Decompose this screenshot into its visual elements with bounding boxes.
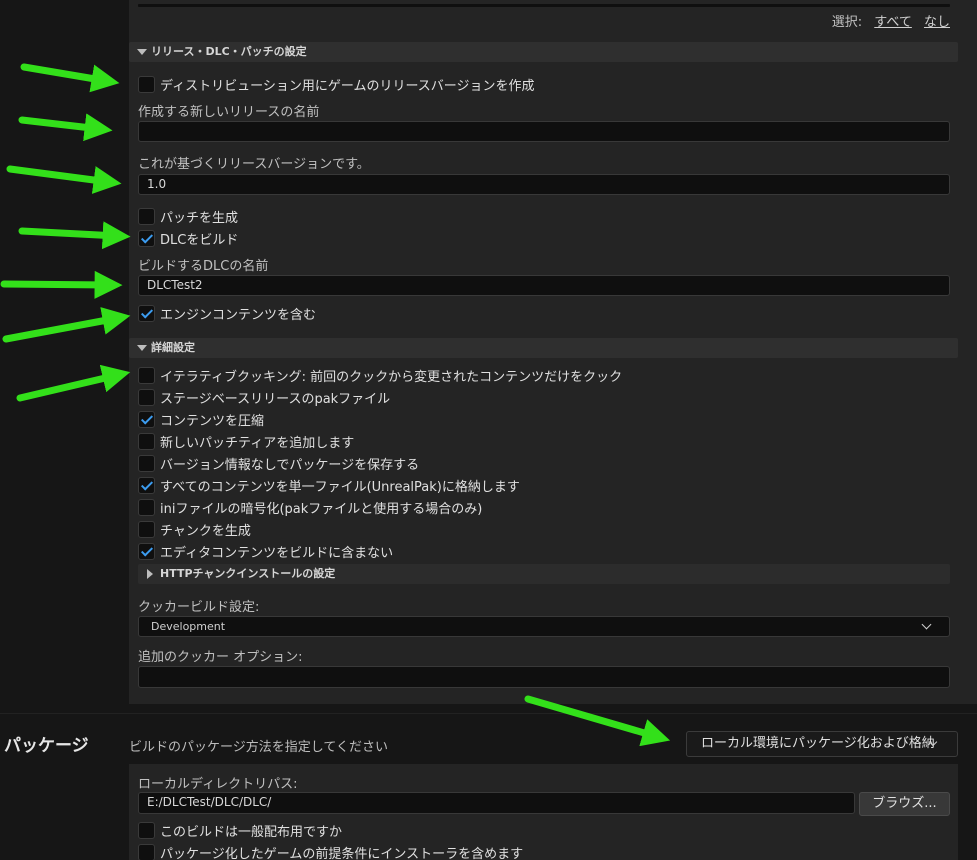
package-method-dropdown[interactable]: ローカル環境にパッケージ化および格納 xyxy=(686,731,958,757)
arrow-icon xyxy=(18,221,131,250)
compress-content-row[interactable]: コンテンツを圧縮 xyxy=(138,410,265,429)
add-patch-tier-checkbox[interactable] xyxy=(138,432,155,450)
top-divider xyxy=(138,4,950,7)
arrow-icon xyxy=(16,364,131,402)
dlc-name-label: ビルドするDLCの名前 xyxy=(138,259,269,274)
cooker-build-label: クッカービルド設定: xyxy=(138,600,260,615)
arrow-icon xyxy=(0,270,123,299)
distribution-label: このビルドは一般配布用ですか xyxy=(160,824,343,840)
select-row: 選択: すべて なし xyxy=(832,11,950,30)
build-dlc-label: DLCをビルド xyxy=(160,232,239,248)
cooker-build-value: Development xyxy=(151,620,226,633)
collapse-arrow-icon xyxy=(137,345,147,351)
stage-base-release-pak-row[interactable]: ステージベースリリースのpakファイル xyxy=(138,388,391,407)
use-unrealpak-row[interactable]: すべてのコンテンツを単一ファイル(UnrealPak)に格納します xyxy=(138,476,520,495)
compress-content-label: コンテンツを圧縮 xyxy=(160,413,265,429)
create-release-checkbox[interactable] xyxy=(138,75,155,93)
stage-base-release-pak-checkbox[interactable] xyxy=(138,388,155,406)
exclude-editor-content-checkbox[interactable] xyxy=(138,542,155,560)
encrypt-ini-label: iniファイルの暗号化(pakファイルと使用する場合のみ) xyxy=(160,501,483,517)
generate-chunks-label: チャンクを生成 xyxy=(160,523,251,539)
arrow-icon xyxy=(18,113,113,142)
include-engine-row[interactable]: エンジンコンテンツを含む xyxy=(138,304,317,323)
encrypt-ini-row[interactable]: iniファイルの暗号化(pakファイルと使用する場合のみ) xyxy=(138,498,483,517)
stage-base-release-pak-label: ステージベースリリースのpakファイル xyxy=(160,391,391,407)
section-title: リリース・DLC・パッチの設定 xyxy=(151,45,307,58)
http-chunk-install-header[interactable]: HTTPチャンクインストールの設定 xyxy=(138,564,950,584)
local-dir-label: ローカルディレクトリパス: xyxy=(138,777,298,792)
add-patch-tier-label: 新しいパッチティアを追加します xyxy=(160,435,355,451)
package-title: パッケージ xyxy=(4,736,89,756)
arrow-icon xyxy=(2,307,131,343)
release-dlc-patch-header[interactable]: リリース・DLC・パッチの設定 xyxy=(129,42,958,62)
distribution-row[interactable]: このビルドは一般配布用ですか xyxy=(138,821,343,840)
arrow-icon xyxy=(20,63,120,93)
use-unrealpak-label: すべてのコンテンツを単一ファイル(UnrealPak)に格納します xyxy=(160,479,520,495)
iterative-cooking-row[interactable]: イテラティブクッキング: 前回のクックから変更されたコンテンツだけをクック xyxy=(138,366,623,385)
add-patch-tier-row[interactable]: 新しいパッチティアを追加します xyxy=(138,432,355,451)
prereq-label: パッケージ化したゲームの前提条件にインストーラを含めます xyxy=(160,846,524,860)
extra-cooker-field[interactable] xyxy=(138,666,950,688)
select-none-link[interactable]: なし xyxy=(924,15,950,30)
prereq-checkbox[interactable] xyxy=(138,843,155,860)
generate-patch-checkbox[interactable] xyxy=(138,207,155,225)
generate-patch-label: パッチを生成 xyxy=(160,210,239,226)
encrypt-ini-checkbox[interactable] xyxy=(138,498,155,516)
save-without-version-row[interactable]: バージョン情報なしでパッケージを保存する xyxy=(138,454,420,473)
build-dlc-checkbox[interactable] xyxy=(138,229,155,247)
include-engine-checkbox[interactable] xyxy=(138,304,155,322)
subsection-title: HTTPチャンクインストールの設定 xyxy=(160,567,336,580)
dlc-name-field[interactable]: DLCTest2 xyxy=(138,275,950,296)
save-without-version-checkbox[interactable] xyxy=(138,454,155,472)
section-divider xyxy=(0,713,977,714)
save-without-version-label: バージョン情報なしでパッケージを保存する xyxy=(160,457,420,473)
package-method-value: ローカル環境にパッケージ化および格納 xyxy=(701,736,935,751)
advanced-settings-header[interactable]: 詳細設定 xyxy=(129,338,958,358)
prereq-row[interactable]: パッケージ化したゲームの前提条件にインストーラを含めます xyxy=(138,843,523,860)
select-all-link[interactable]: すべて xyxy=(874,15,912,30)
collapse-arrow-icon xyxy=(137,49,147,55)
iterative-cooking-label: イテラティブクッキング: 前回のクックから変更されたコンテンツだけをクック xyxy=(160,369,623,385)
arrow-icon xyxy=(524,695,671,747)
section-title: 詳細設定 xyxy=(151,341,195,354)
generate-chunks-checkbox[interactable] xyxy=(138,520,155,538)
based-on-release-label: これが基づくリリースバージョンです。 xyxy=(138,157,370,172)
build-dlc-row[interactable]: DLCをビルド xyxy=(138,229,239,248)
local-dir-field[interactable]: E:/DLCTest/DLC/DLC/ xyxy=(138,792,855,814)
compress-content-checkbox[interactable] xyxy=(138,410,155,428)
distribution-checkbox[interactable] xyxy=(138,821,155,839)
select-label: 選択: xyxy=(831,15,863,30)
based-on-release-field[interactable]: 1.0 xyxy=(138,174,950,195)
browse-button[interactable]: ブラウズ... xyxy=(859,792,950,816)
include-engine-label: エンジンコンテンツを含む xyxy=(160,307,317,323)
package-description: ビルドのパッケージ方法を指定してください xyxy=(129,740,388,755)
iterative-cooking-checkbox[interactable] xyxy=(138,366,155,384)
generate-patch-row[interactable]: パッチを生成 xyxy=(138,207,239,226)
generate-chunks-row[interactable]: チャンクを生成 xyxy=(138,520,251,539)
exclude-editor-content-row[interactable]: エディタコンテンツをビルドに含まない xyxy=(138,542,394,561)
create-release-row[interactable]: ディストリビューション用にゲームのリリースバージョンを作成 xyxy=(138,75,535,94)
arrow-icon xyxy=(6,165,122,194)
chevron-down-icon xyxy=(921,619,932,630)
new-release-name-label: 作成する新しいリリースの名前 xyxy=(138,105,320,120)
use-unrealpak-checkbox[interactable] xyxy=(138,476,155,494)
exclude-editor-content-label: エディタコンテンツをビルドに含まない xyxy=(160,545,394,561)
cooker-build-dropdown[interactable]: Development xyxy=(138,616,950,637)
extra-cooker-label: 追加のクッカー オプション: xyxy=(138,650,303,665)
expand-arrow-icon xyxy=(147,569,153,579)
new-release-name-field[interactable] xyxy=(138,121,950,142)
create-release-label: ディストリビューション用にゲームのリリースバージョンを作成 xyxy=(160,78,535,94)
